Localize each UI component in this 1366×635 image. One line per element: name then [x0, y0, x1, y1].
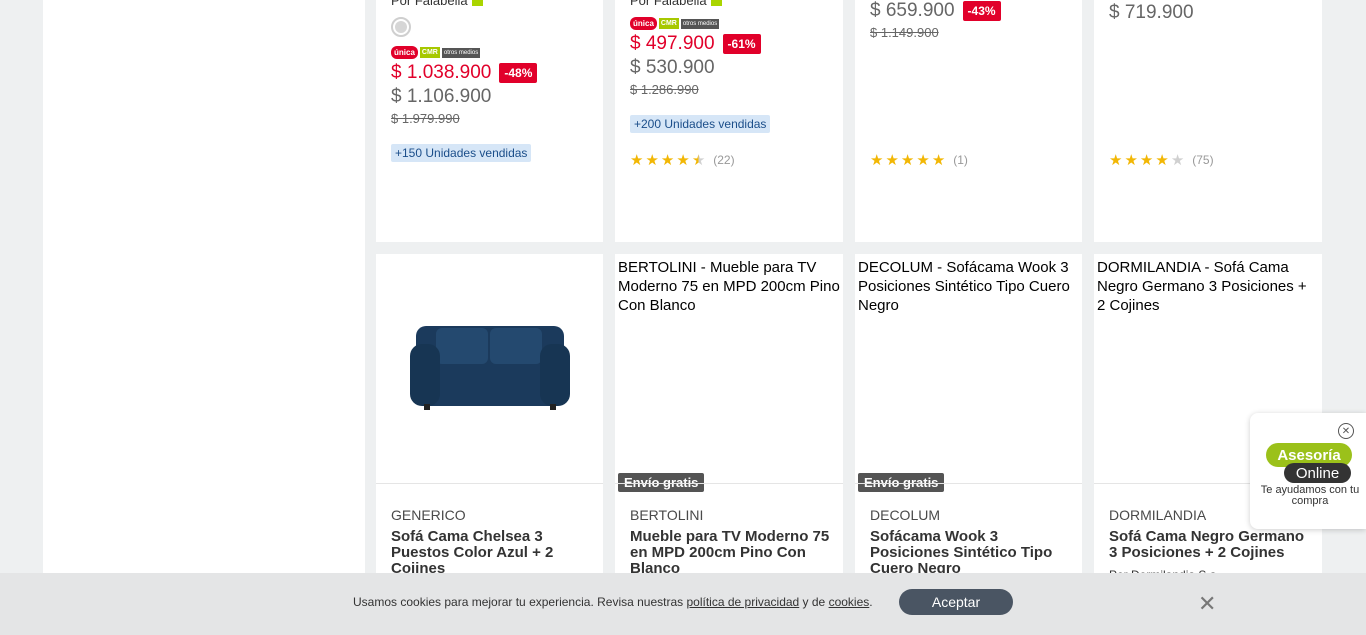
price-cmr-value: $ 1.038.900 — [391, 62, 492, 83]
product-image[interactable] — [376, 254, 603, 483]
rating-stars: ★ ★ ★ ★ ★ (1) — [870, 151, 968, 169]
close-icon[interactable]: ✕ — [1198, 591, 1216, 617]
review-count: (75) — [1192, 153, 1214, 167]
seller-label: Por Falabella — [630, 0, 707, 8]
discount-badge: -43% — [962, 1, 1001, 21]
star-icon: ★ — [900, 152, 915, 169]
payment-badges: única CMR otros medios — [630, 17, 720, 30]
privacy-policy-link[interactable]: política de privacidad — [686, 595, 799, 609]
star-icon: ★ — [1124, 152, 1138, 169]
falabella-icon — [710, 0, 722, 6]
price-normal: $ 1.149.900 — [870, 25, 939, 40]
product-title[interactable]: Sofá Cama Negro Germano 3 Posiciones + 2… — [1109, 529, 1309, 561]
price-normal: $ 1.286.990 — [630, 82, 699, 97]
star-icon: ★ — [1155, 152, 1169, 169]
units-sold-badge: +200 Unidades vendidas — [630, 115, 771, 133]
cmr-badge: CMR — [419, 47, 440, 58]
review-count: (1) — [953, 153, 968, 167]
product-image-alt[interactable]: DORMILANDIA - Sofá Cama Negro Germano 3 … — [1094, 254, 1322, 319]
price-internet: $ 1.106.900 — [391, 86, 492, 107]
star-icon: ★ — [931, 152, 946, 169]
falabella-icon — [471, 0, 483, 6]
star-icon: ★ — [645, 152, 659, 169]
star-icon: ★ — [630, 152, 644, 169]
price-row: $ 659.900 -43% — [870, 0, 1001, 22]
unica-badge: única — [391, 46, 418, 59]
payment-badges: única CMR otros medios — [391, 46, 481, 59]
price-normal: $ 1.979.990 — [391, 111, 460, 126]
discount-badge: -61% — [722, 34, 761, 54]
product-brand: DORMILANDIA — [1109, 507, 1207, 523]
close-icon[interactable]: ✕ — [1338, 423, 1354, 439]
product-card[interactable]: DECOLUM - Sofácama Wook 3 Posiciones Sin… — [855, 254, 1082, 584]
seller-label: Por Falabella — [391, 0, 468, 8]
product-image-alt[interactable]: DECOLUM - Sofácama Wook 3 Posiciones Sin… — [855, 254, 1082, 319]
star-icon: ★ — [660, 152, 675, 169]
accept-cookies-button[interactable]: Aceptar — [899, 589, 1013, 615]
otros-medios-badge: otros medios — [680, 18, 720, 29]
color-swatch[interactable] — [391, 17, 411, 37]
chat-help-text: Te ayudamos con tu compra — [1260, 484, 1360, 507]
cookie-banner: Usamos cookies para mejorar tu experienc… — [0, 573, 1366, 635]
product-image-alt[interactable]: BERTOLINI - Mueble para TV Moderno 75 en… — [615, 254, 843, 319]
product-card[interactable]: BERTOLINI - Mueble para TV Moderno 75 en… — [615, 254, 843, 584]
filters-panel — [43, 0, 365, 635]
price-cmr: $ 1.038.900 -48% — [391, 62, 538, 84]
chat-bubble-online: Online — [1284, 463, 1351, 483]
rating-stars: ★ ★ ★ ★ ★ (75) — [1109, 151, 1214, 169]
price-internet: $ 719.900 — [1109, 2, 1194, 23]
unica-badge: única — [630, 17, 657, 30]
product-title[interactable]: Sofácama Wook 3 Posiciones Sintético Tip… — [870, 529, 1060, 577]
seller-line: Por Falabella — [391, 0, 483, 8]
star-icon: ★ — [676, 152, 690, 169]
product-brand: BERTOLINI — [630, 507, 704, 523]
rating-stars: ★ ★ ★ ★ ★ (22) — [630, 151, 735, 169]
cookies-link[interactable]: cookies — [829, 595, 870, 609]
cookie-text-middle: y de — [799, 595, 829, 609]
price-internet: $ 659.900 — [870, 0, 955, 21]
product-card[interactable]: $ 659.900 -43% $ 1.149.900 ★ ★ ★ ★ ★ (1) — [855, 0, 1082, 242]
star-icon: ★ — [885, 152, 899, 169]
price-cmr-value: $ 497.900 — [630, 33, 715, 54]
review-count: (22) — [713, 153, 735, 167]
half-star-icon: ★ — [691, 152, 706, 169]
discount-badge: -48% — [499, 63, 538, 83]
product-brand: GENERICO — [391, 507, 466, 523]
cookie-message: Usamos cookies para mejorar tu experienc… — [353, 595, 873, 609]
online-advice-widget[interactable]: ✕ Asesoría Online Te ayudamos con tu com… — [1250, 413, 1366, 529]
star-icon: ★ — [870, 152, 884, 169]
product-card[interactable]: $ 719.900 ★ ★ ★ ★ ★ (75) — [1094, 0, 1322, 242]
star-icon: ★ — [1109, 152, 1123, 169]
product-brand: DECOLUM — [870, 507, 941, 523]
cookie-text-after: . — [869, 595, 873, 609]
empty-star-icon: ★ — [1170, 152, 1185, 169]
star-icon: ★ — [916, 152, 930, 169]
otros-medios-badge: otros medios — [441, 47, 481, 58]
price-cmr: $ 497.900 -61% — [630, 33, 761, 55]
price-internet: $ 530.900 — [630, 57, 715, 78]
seller-line: Por Falabella — [630, 0, 722, 8]
star-icon: ★ — [1139, 152, 1154, 169]
units-sold-badge: +150 Unidades vendidas — [391, 144, 532, 162]
product-card[interactable]: Por Falabella única CMR otros medios $ 1… — [376, 0, 603, 242]
product-title[interactable]: Mueble para TV Moderno 75 en MPD 200cm P… — [630, 529, 830, 577]
cookie-text-before: Usamos cookies para mejorar tu experienc… — [353, 595, 687, 609]
cmr-badge: CMR — [658, 18, 679, 29]
product-card[interactable]: Por Falabella única CMR otros medios $ 4… — [615, 0, 843, 242]
product-card[interactable]: GENERICO Sofá Cama Chelsea 3 Puestos Col… — [376, 254, 603, 584]
product-title[interactable]: Sofá Cama Chelsea 3 Puestos Color Azul +… — [391, 529, 581, 577]
